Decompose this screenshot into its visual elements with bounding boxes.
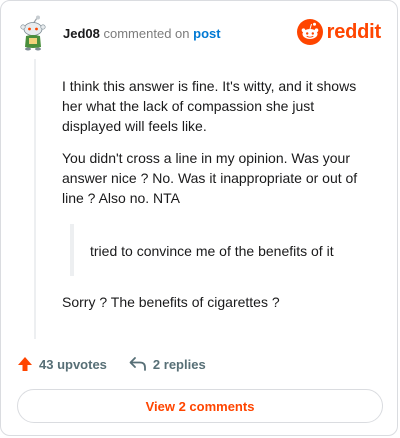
comment-body: I think this answer is fine. It's witty,… <box>62 76 374 324</box>
blockquote-bar <box>70 224 74 276</box>
comment-paragraph: You didn't cross a line in my opinion. W… <box>62 150 358 206</box>
comment-card: Jed08 commented on post reddit I think t… <box>0 0 398 436</box>
snoo-avatar-icon[interactable] <box>18 15 48 51</box>
reddit-logo[interactable]: reddit <box>296 19 382 45</box>
comment-paragraph: Sorry ? The benefits of cigarettes ? <box>62 294 280 310</box>
post-link[interactable]: post <box>193 26 220 41</box>
reply-count: 2 replies <box>152 356 206 372</box>
upvote-button[interactable]: 43 upvotes <box>17 356 107 372</box>
username[interactable]: Jed08 <box>63 26 100 41</box>
commented-on-text: commented on <box>103 26 190 41</box>
blockquote: tried to convince me of the benefits of … <box>62 224 374 276</box>
thread-line[interactable] <box>34 59 36 339</box>
brand-name: reddit <box>326 20 382 43</box>
upvote-arrow-icon <box>18 357 32 371</box>
blockquote-text: tried to convince me of the benefits of … <box>90 243 334 259</box>
reddit-snoo-icon <box>296 19 323 45</box>
comment-paragraph: I think this answer is fine. It's witty,… <box>62 78 357 134</box>
comment-actions: 43 upvotes 2 replies <box>17 356 228 372</box>
replies-button[interactable]: 2 replies <box>129 356 206 372</box>
reply-arrow-icon <box>129 357 146 371</box>
byline: Jed08 commented on post <box>63 26 221 41</box>
view-comments-button[interactable]: View 2 comments <box>17 389 383 423</box>
upvote-count: 43 upvotes <box>39 356 107 372</box>
